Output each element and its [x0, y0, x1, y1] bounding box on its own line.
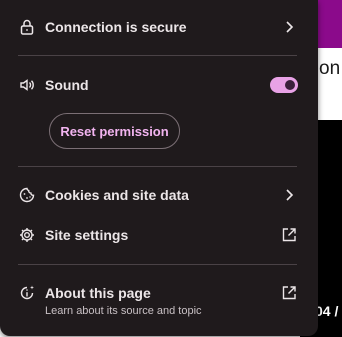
speaker-icon [18, 76, 36, 94]
external-link-icon [280, 284, 298, 302]
about-this-page-label: About this page [45, 285, 151, 301]
sound-toggle[interactable] [270, 77, 298, 93]
about-this-page-description: Learn about its source and topic [45, 305, 202, 317]
cookies-site-data-label: Cookies and site data [45, 187, 189, 203]
gear-icon [18, 226, 36, 244]
site-settings-row[interactable]: Site settings [0, 218, 318, 252]
page-text-fragment: on [319, 58, 341, 79]
external-link-icon [280, 226, 298, 244]
page-text-fragment: 04 / [315, 303, 339, 319]
info-sparkle-icon [18, 284, 36, 302]
site-settings-label: Site settings [45, 227, 129, 243]
connection-security-row[interactable]: Connection is secure [0, 10, 318, 44]
sound-label: Sound [45, 77, 89, 93]
about-this-page-row[interactable]: About this page Learn about its source a… [0, 276, 318, 322]
chevron-right-icon [280, 186, 298, 204]
chevron-right-icon [280, 18, 298, 36]
divider [18, 55, 297, 56]
toggle-knob [285, 80, 295, 90]
cookie-icon [18, 186, 36, 204]
reset-permission-button[interactable]: Reset permission [49, 113, 180, 149]
lock-icon [18, 18, 36, 36]
divider [18, 264, 297, 265]
connection-security-label: Connection is secure [45, 19, 187, 35]
cookies-site-data-row[interactable]: Cookies and site data [0, 178, 318, 212]
divider [18, 166, 297, 167]
site-info-popup: Connection is secure Sound Reset permiss… [0, 0, 318, 336]
